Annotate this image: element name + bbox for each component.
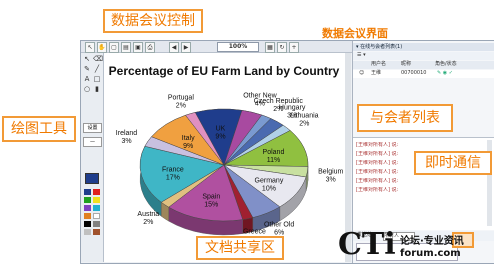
color-swatch[interactable] <box>93 189 100 195</box>
pie-label: Belgium 3% <box>318 169 343 184</box>
color-swatch[interactable] <box>84 189 91 195</box>
column-nickname: 昵称 <box>401 61 412 67</box>
column-username: 用户名 <box>371 61 387 67</box>
rotate-icon[interactable]: ↻ <box>277 42 287 53</box>
attendee-name: 王维 <box>371 70 382 76</box>
text-icon[interactable]: A <box>83 75 91 83</box>
zoom-select[interactable]: 100% <box>217 42 259 52</box>
callout-attendee-list: 与会者列表 <box>357 104 453 132</box>
callout-instant-messaging: 即时通信 <box>414 151 492 175</box>
attendee-menu-icon[interactable]: ☰ ▾ <box>357 52 366 59</box>
pan-tool-icon[interactable]: ✋ <box>97 42 107 53</box>
attendee-id: 00700010 <box>401 70 427 76</box>
document-share-area[interactable]: Percentage of EU Farm Land by Country UK… <box>104 53 345 262</box>
pie-label: UK 9% <box>215 125 225 140</box>
attendee-table-header: 用户名 昵称 角色/状态 <box>353 61 494 69</box>
column-role: 角色/状态 <box>435 61 457 67</box>
save-icon[interactable]: ▣ <box>133 42 143 53</box>
fit-page-icon[interactable]: ▦ <box>265 42 275 53</box>
new-page-icon[interactable]: ▢ <box>109 42 119 53</box>
pie-label: Austria 2% <box>137 211 159 226</box>
pie-label: Portugal 2% <box>168 94 195 109</box>
eu-farm-land-pie-chart: Percentage of EU Farm Land by Country UK… <box>109 64 344 244</box>
color-swatch[interactable] <box>84 229 91 235</box>
attendee-row[interactable]: ☺ 王维 00700010 ✎ ◉ ✓ <box>353 70 494 78</box>
line-width-select[interactable]: — <box>83 137 102 147</box>
pie-label: Other Old 6% <box>264 222 294 237</box>
callout-meeting-interface: 数据会议界面 <box>322 27 388 40</box>
eraser-icon[interactable]: ⌫ <box>93 55 103 63</box>
pie-label: Lithuania 2% <box>290 112 319 127</box>
user-icon: ☺ <box>359 70 365 76</box>
watermark-forum-text: 论坛·专业资讯 <box>400 236 464 247</box>
highlight-icon[interactable]: ▮ <box>93 85 101 93</box>
select-tool-icon[interactable]: ↖ <box>85 42 95 53</box>
open-icon[interactable]: ▤ <box>121 42 131 53</box>
color-swatch[interactable] <box>93 205 100 211</box>
drawing-tool-panel: ↖ ⌫ ✎ ╱ A □ ○ ▮ 设置 — <box>81 53 104 262</box>
attendee-toolbar: ☰ ▾ <box>353 52 494 60</box>
chat-message: [王维对所有人] 说: <box>356 178 399 184</box>
callout-meeting-control: 数据会议控制 <box>103 9 203 33</box>
pencil-icon[interactable]: ✎ <box>83 65 91 73</box>
zoom-in-icon[interactable]: + <box>289 42 299 53</box>
color-swatch[interactable] <box>93 221 100 227</box>
cti-watermark-logo: CTi <box>338 227 396 262</box>
pie-label: Ireland 3% <box>116 130 138 145</box>
line-icon[interactable]: ╱ <box>93 65 101 73</box>
callout-document-sharing: 文档共享区 <box>196 236 284 260</box>
color-swatch[interactable] <box>93 197 100 203</box>
color-swatch[interactable] <box>84 221 91 227</box>
current-color-swatch[interactable] <box>85 173 99 184</box>
color-swatch[interactable] <box>84 213 91 219</box>
pie-label: Italy 9% <box>182 135 195 150</box>
ellipse-icon[interactable]: ○ <box>83 85 91 93</box>
watermark-site-text: forum.com <box>400 248 461 259</box>
pie-label: Spain 15% <box>202 194 220 209</box>
prev-page-icon[interactable]: ◀ <box>169 42 179 53</box>
pointer-icon[interactable]: ↖ <box>83 55 91 63</box>
callout-drawing-tools: 绘图工具 <box>2 116 76 142</box>
color-swatch[interactable] <box>84 205 91 211</box>
status-icons: ✎ ◉ ✓ <box>437 70 453 76</box>
chat-message: [王维对所有人] 说: <box>356 187 399 193</box>
chart-title: Percentage of EU Farm Land by Country <box>109 64 340 78</box>
attendee-list-header[interactable]: ▾ 在线与会者列表(1) <box>353 43 494 51</box>
pen-settings[interactable]: 设置 <box>83 123 102 133</box>
chat-message: [王维对所有人] 说: <box>356 142 399 148</box>
next-page-icon[interactable]: ▶ <box>181 42 191 53</box>
rectangle-icon[interactable]: □ <box>93 75 101 83</box>
print-icon[interactable]: ⎙ <box>145 42 155 53</box>
color-swatch[interactable] <box>93 229 100 235</box>
color-swatch[interactable] <box>93 213 100 219</box>
color-swatch[interactable] <box>84 197 91 203</box>
